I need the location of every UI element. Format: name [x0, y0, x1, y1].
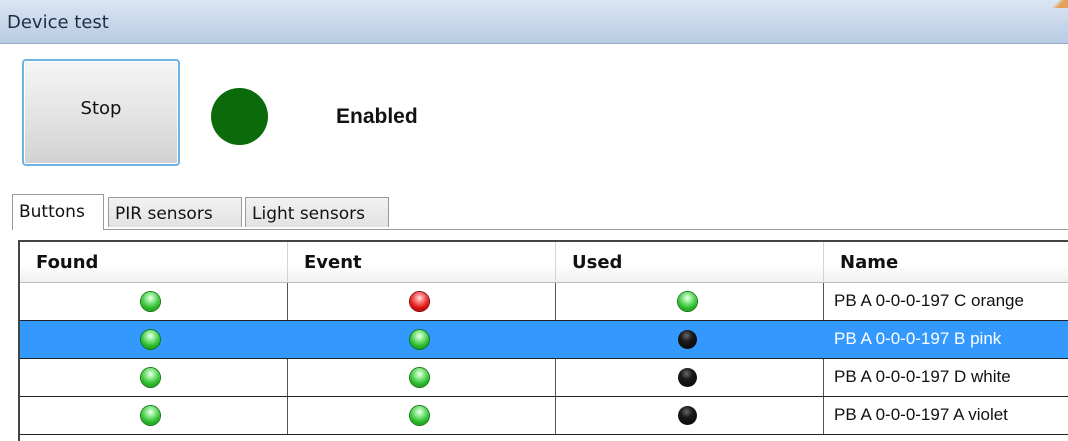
device-name: PB A 0-0-0-197 A violet — [834, 405, 1008, 424]
found-led-icon — [141, 368, 160, 387]
table-row[interactable]: PB A 0-0-0-197 A violet — [20, 397, 1068, 435]
grid-header: Found Event Used Name — [20, 242, 1068, 283]
status-led-icon — [211, 88, 268, 145]
event-led-icon — [410, 406, 429, 425]
table-cell-found — [20, 283, 288, 320]
table-cell-used — [556, 283, 824, 320]
used-led-icon — [678, 368, 697, 387]
table-cell-event — [288, 321, 556, 358]
found-led-icon — [141, 292, 160, 311]
column-header-name[interactable]: Name — [824, 242, 1068, 282]
table-cell-event — [288, 397, 556, 434]
window-titlebar: Device test — [0, 0, 1068, 44]
table-row[interactable]: PB A 0-0-0-197 C orange — [20, 283, 1068, 321]
device-name: PB A 0-0-0-197 B pink — [834, 329, 1002, 348]
table-cell-name: PB A 0-0-0-197 B pink — [824, 321, 1068, 358]
event-led-icon — [410, 368, 429, 387]
table-cell-name: PB A 0-0-0-197 A violet — [824, 397, 1068, 434]
table-cell-used — [556, 359, 824, 396]
column-header-found[interactable]: Found — [20, 242, 288, 282]
table-row[interactable]: PB A 0-0-0-197 B pink — [20, 321, 1068, 359]
device-name: PB A 0-0-0-197 D white — [834, 367, 1011, 386]
used-led-icon — [678, 330, 697, 349]
window-title: Device test — [7, 12, 109, 33]
table-cell-event — [288, 283, 556, 320]
used-led-icon — [678, 406, 697, 425]
table-cell-found — [20, 359, 288, 396]
tab-pir-sensors[interactable]: PIR sensors — [108, 197, 242, 227]
device-name: PB A 0-0-0-197 C orange — [834, 291, 1024, 310]
tab-panel-border — [12, 229, 1068, 230]
titlebar-corner-decoration — [1048, 0, 1068, 8]
event-led-icon — [410, 330, 429, 349]
found-led-icon — [141, 406, 160, 425]
table-cell-used — [556, 321, 824, 358]
stop-button[interactable]: Stop — [22, 59, 180, 166]
table-row[interactable]: PB A 0-0-0-197 D white — [20, 359, 1068, 397]
status-text: Enabled — [336, 105, 418, 128]
table-cell-event — [288, 359, 556, 396]
column-header-event[interactable]: Event — [288, 242, 556, 282]
table-cell-used — [556, 397, 824, 434]
table-cell-found — [20, 321, 288, 358]
tab-light-sensors[interactable]: Light sensors — [245, 197, 389, 227]
table-cell-found — [20, 397, 288, 434]
table-cell-name: PB A 0-0-0-197 C orange — [824, 283, 1068, 320]
column-header-used[interactable]: Used — [556, 242, 824, 282]
found-led-icon — [141, 330, 160, 349]
used-led-icon — [678, 292, 697, 311]
table-cell-name: PB A 0-0-0-197 D white — [824, 359, 1068, 396]
event-led-icon — [410, 292, 429, 311]
tab-buttons[interactable]: Buttons — [12, 194, 104, 230]
device-grid[interactable]: Found Event Used Name PB A 0-0-0-197 C o… — [18, 240, 1068, 441]
